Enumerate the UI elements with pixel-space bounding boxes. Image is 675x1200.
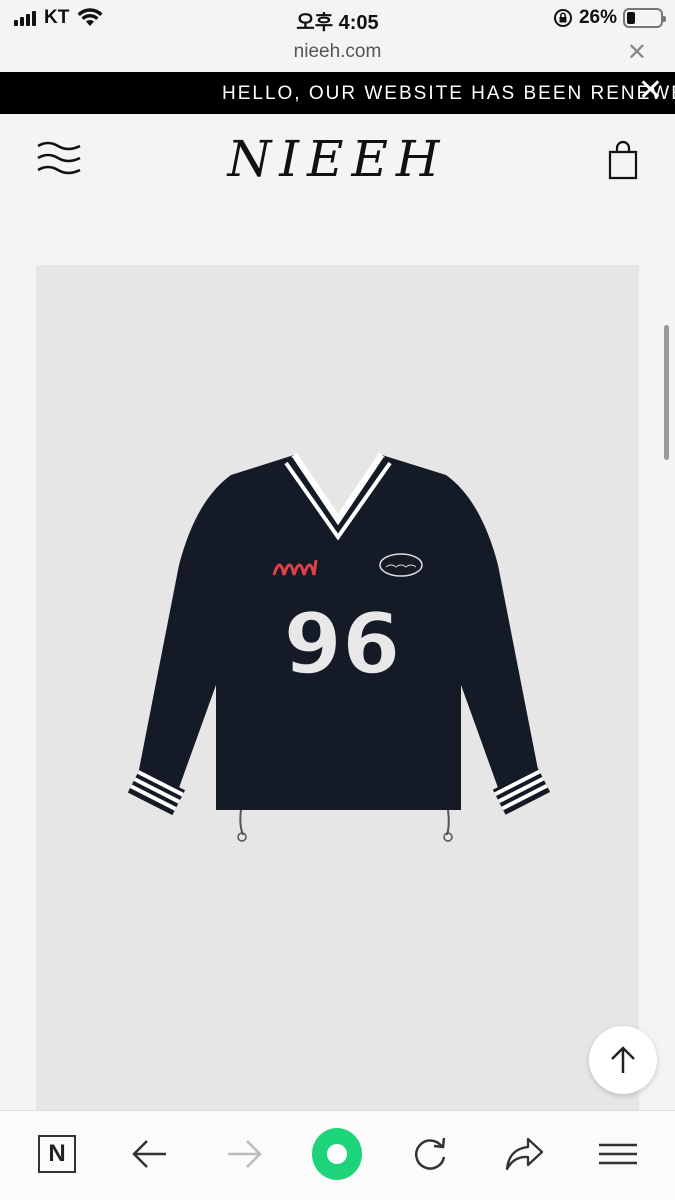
- forward-button[interactable]: [219, 1129, 269, 1179]
- browser-toolbar: N: [0, 1110, 675, 1200]
- url-bar[interactable]: nieeh.com ✕: [0, 36, 675, 72]
- reload-icon: [415, 1137, 446, 1170]
- back-button[interactable]: [125, 1129, 175, 1179]
- rotation-lock-icon: [553, 9, 572, 27]
- announcement-bar: HELLO, OUR WEBSITE HAS BEEN RENEWED! ✕: [0, 72, 675, 114]
- scrollbar-thumb[interactable]: [664, 325, 669, 460]
- site-header: NIEEH: [0, 114, 675, 224]
- browser-menu-button[interactable]: [593, 1129, 643, 1179]
- naver-n-icon: N: [38, 1135, 76, 1173]
- arrow-up-icon: [611, 1046, 635, 1073]
- announcement-text: HELLO, OUR WEBSITE HAS BEEN RENEWED!: [222, 83, 675, 104]
- naver-n-button[interactable]: N: [32, 1129, 82, 1179]
- home-green-circle-icon: [312, 1128, 362, 1180]
- url-text[interactable]: nieeh.com: [0, 41, 675, 63]
- product-image[interactable]: 96: [36, 265, 639, 1110]
- back-to-top-button[interactable]: [589, 1026, 657, 1094]
- share-icon: [505, 1137, 544, 1171]
- shopping-bag-icon[interactable]: [607, 140, 639, 180]
- reload-button[interactable]: [405, 1129, 455, 1179]
- close-icon[interactable]: ✕: [627, 38, 647, 67]
- battery-icon: [623, 8, 666, 28]
- forward-arrow-icon: [228, 1140, 262, 1168]
- jersey-number: 96: [284, 595, 401, 693]
- status-right: 26%: [553, 6, 666, 30]
- status-bar: KT 오후 4:05 26%: [0, 0, 675, 36]
- battery-fill: [627, 12, 636, 24]
- back-arrow-icon: [132, 1140, 166, 1168]
- close-icon[interactable]: ✕: [638, 76, 663, 106]
- battery-percent: 26%: [578, 7, 617, 28]
- menu-lines-icon: [599, 1143, 637, 1165]
- share-button[interactable]: [499, 1129, 549, 1179]
- site-logo[interactable]: NIEEH: [0, 130, 675, 188]
- sweatshirt-image: 96: [127, 453, 551, 842]
- home-button[interactable]: [312, 1128, 362, 1180]
